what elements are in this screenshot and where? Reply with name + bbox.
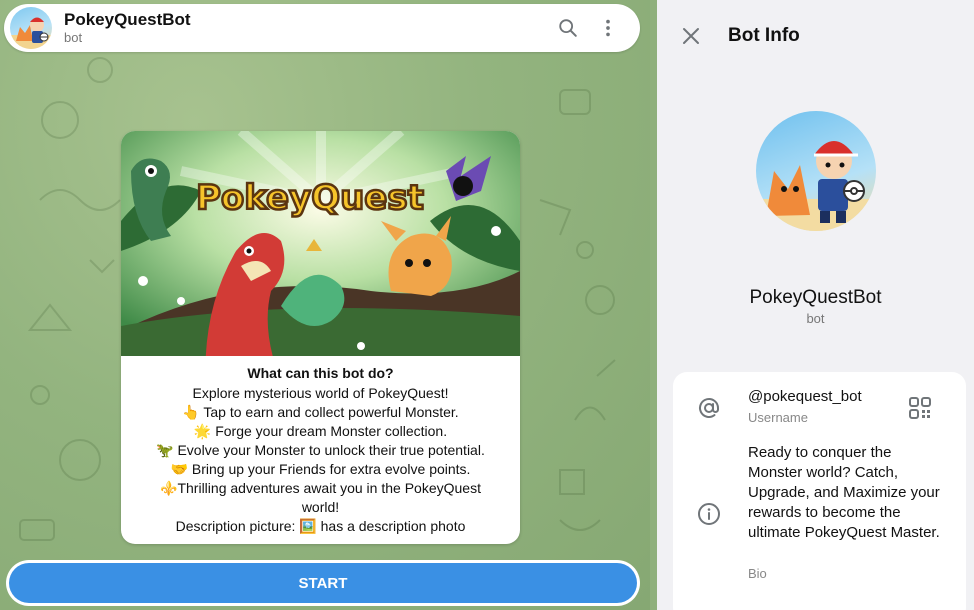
card-line: Description picture: 🖼️ has a descriptio…: [175, 518, 466, 534]
header-text[interactable]: PokeyQuestBot bot: [64, 10, 548, 46]
username-label: Username: [748, 410, 808, 425]
info-card: @pokequest_bot Username Ready to conquer…: [673, 372, 966, 610]
bio-text: Ready to conquer the Monster world? Catc…: [748, 444, 940, 541]
card-heading: What can this bot do?: [247, 365, 394, 381]
chat-area: PokeyQuestBot bot PokeyQuest What can th…: [0, 0, 650, 610]
more-vertical-icon: [606, 19, 610, 37]
bot-profile-avatar[interactable]: [756, 111, 876, 231]
bot-avatar[interactable]: [10, 7, 52, 49]
bot-description-card: PokeyQuest What can this bot do? Explore…: [121, 131, 520, 544]
panel-title: Bot Info: [728, 25, 800, 46]
info-icon: [696, 501, 722, 527]
card-body: What can this bot do? Explore mysterious…: [121, 356, 520, 536]
bot-info-panel: Bot Info PokeyQuestBot bot @pokequest_bo…: [657, 0, 974, 610]
username-value[interactable]: @pokequest_bot: [748, 388, 862, 405]
card-line: world!: [301, 499, 340, 515]
close-icon: [683, 28, 699, 44]
chat-title: PokeyQuestBot: [64, 10, 191, 29]
card-line: 🤝 Bring up your Friends for extra evolve…: [170, 461, 471, 477]
search-button[interactable]: [548, 8, 588, 48]
qr-code-icon: [909, 397, 931, 419]
bot-profile-image: [756, 141, 876, 231]
banner-logo-text: PokeyQuest: [196, 178, 424, 218]
card-line: 👆 Tap to earn and collect powerful Monst…: [182, 404, 459, 420]
panel-header: Bot Info: [657, 0, 974, 72]
bot-banner-image: PokeyQuest: [121, 131, 520, 356]
start-bar: START: [6, 560, 640, 606]
card-line: 🦖 Evolve your Monster to unlock their tr…: [156, 442, 485, 458]
chat-subtitle: bot: [64, 30, 83, 45]
card-line: ⚜️Thrilling adventures await you in the …: [160, 480, 481, 496]
start-button[interactable]: START: [9, 563, 637, 603]
bot-name: PokeyQuestBot: [749, 287, 882, 308]
bot-type-label: bot: [806, 311, 825, 326]
bot-avatar-image: [10, 17, 52, 49]
card-line: 🌟 Forge your dream Monster collection.: [193, 423, 448, 439]
at-sign-icon: [696, 395, 722, 421]
search-icon: [559, 19, 577, 37]
chat-header[interactable]: PokeyQuestBot bot: [4, 4, 640, 52]
qr-code-button[interactable]: [908, 396, 936, 424]
close-button[interactable]: [675, 20, 707, 52]
card-line: Explore mysterious world of PokeyQuest!: [192, 385, 449, 401]
bio-label: Bio: [748, 566, 767, 581]
more-options-button[interactable]: [588, 8, 628, 48]
